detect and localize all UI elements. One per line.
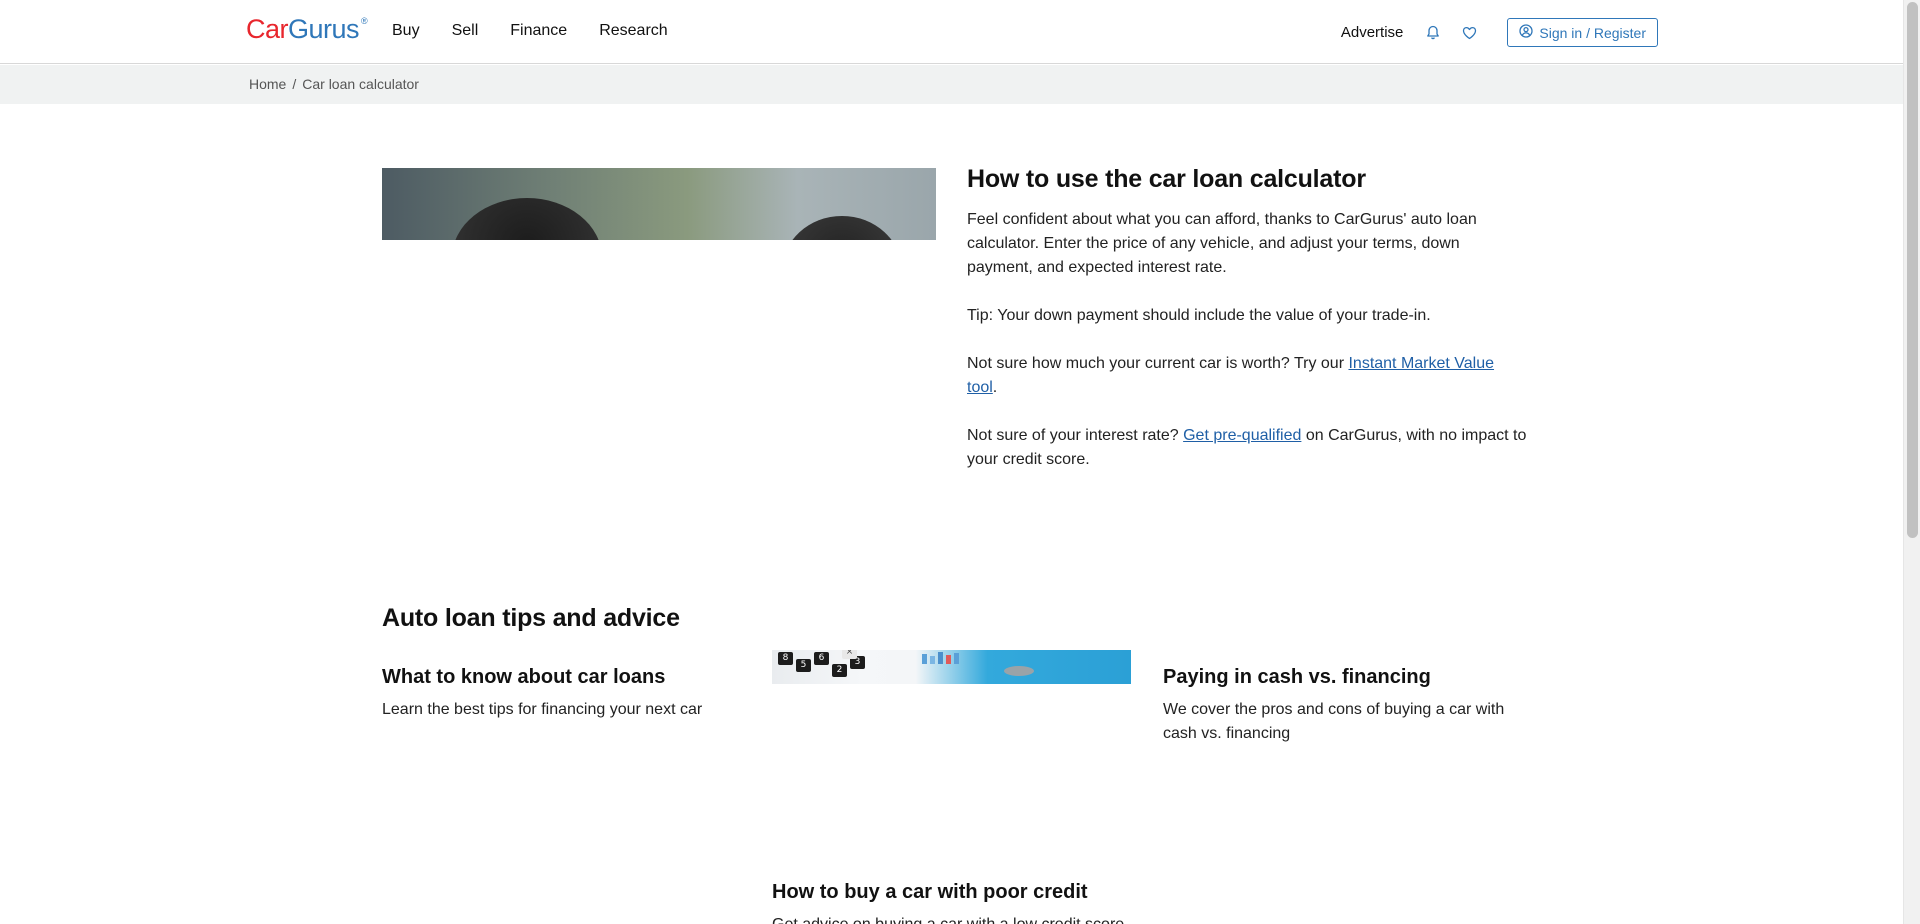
header-actions: Advertise Sign in / Register: [1341, 18, 1658, 47]
sign-in-register-button[interactable]: Sign in / Register: [1507, 18, 1658, 47]
logo-car-text: Car: [246, 14, 289, 44]
chart-bar: [946, 655, 951, 664]
calculator-key: ×: [842, 650, 857, 659]
hero-image-person-1: [452, 198, 602, 240]
tip-card-desc-poor-credit: Get advice on buying a car with a low cr…: [772, 913, 1132, 924]
breadcrumb-current: Car loan calculator: [302, 76, 419, 92]
get-prequalified-link[interactable]: Get pre-qualified: [1183, 427, 1301, 444]
calculator-key: 2: [832, 664, 847, 677]
main-nav: Buy Sell Finance Research: [392, 22, 668, 40]
nav-item-sell[interactable]: Sell: [452, 22, 479, 40]
page-scrollbar[interactable]: [1903, 0, 1920, 924]
tip-card-title-poor-credit[interactable]: How to buy a car with poor credit: [772, 881, 1088, 904]
tip-card-title-cash-vs-financing[interactable]: Paying in cash vs. financing: [1163, 666, 1431, 689]
page-title: How to use the car loan calculator: [967, 165, 1366, 193]
prequalify-paragraph: Not sure of your interest rate? Get pre-…: [967, 424, 1527, 472]
nav-item-buy[interactable]: Buy: [392, 22, 420, 40]
calculator-key: 6: [814, 652, 829, 665]
logo-registered-mark: ®: [361, 16, 368, 26]
pen-tip: [1004, 666, 1034, 676]
nav-item-finance[interactable]: Finance: [510, 22, 567, 40]
breadcrumb-home[interactable]: Home: [249, 76, 286, 92]
market-value-end: .: [992, 379, 998, 396]
user-circle-icon: [1519, 24, 1534, 41]
prequalify-text: Not sure of your interest rate?: [967, 427, 1184, 444]
nav-item-research[interactable]: Research: [599, 22, 667, 40]
scrollbar-thumb[interactable]: [1907, 2, 1918, 538]
chart-bar: [954, 653, 959, 664]
tip-card-title-car-loans[interactable]: What to know about car loans: [382, 666, 665, 689]
breadcrumb-bar: Home / Car loan calculator: [0, 65, 1903, 104]
market-value-text: Not sure how much your current car is wo…: [967, 355, 1349, 372]
intro-paragraph: Feel confident about what you can afford…: [967, 211, 1477, 276]
heart-icon[interactable]: [1461, 25, 1477, 41]
hero-image: [382, 168, 936, 240]
calculator-key: 8: [778, 652, 793, 665]
calculator-key: 5: [796, 659, 811, 672]
breadcrumb: Home / Car loan calculator: [249, 76, 419, 92]
tip-card-desc-cash-vs-financing: We cover the pros and cons of buying a c…: [1163, 701, 1505, 742]
hero-image-person-2: [782, 216, 902, 240]
tips-section-title: Auto loan tips and advice: [382, 604, 680, 632]
breadcrumb-separator: /: [292, 76, 297, 92]
chart-bar: [938, 652, 943, 664]
market-value-paragraph: Not sure how much your current car is wo…: [967, 352, 1527, 400]
advertise-link[interactable]: Advertise: [1341, 24, 1404, 41]
chart-bar: [930, 656, 935, 664]
calculator-image[interactable]: 8 5 6 2 3 ×: [772, 650, 1131, 684]
sign-in-label: Sign in / Register: [1539, 24, 1646, 41]
logo-gurus-text: Gurus: [288, 14, 360, 44]
tip-card-desc-car-loans: Learn the best tips for financing your n…: [382, 701, 703, 718]
cargurus-logo[interactable]: Car Gurus ®: [246, 14, 368, 45]
bell-icon[interactable]: [1425, 25, 1441, 41]
tip-paragraph: Tip: Your down payment should include th…: [967, 307, 1431, 324]
calculator-instructions: How to use the car loan calculator Feel …: [967, 165, 1527, 496]
chart-bar: [922, 654, 927, 664]
site-header: Car Gurus ® Buy Sell Finance Research Adve…: [0, 0, 1903, 64]
